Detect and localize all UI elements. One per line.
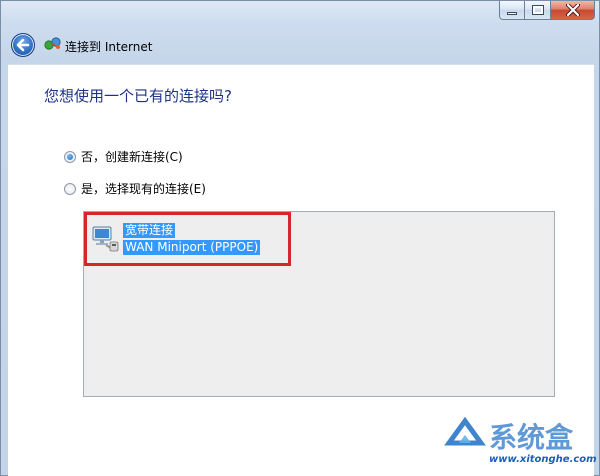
- back-arrow-icon: [16, 38, 30, 52]
- connection-name: 宽带连接: [123, 223, 176, 238]
- network-connection-icon: [44, 37, 61, 50]
- maximize-icon: [531, 5, 544, 15]
- title-bar[interactable]: [1, 1, 600, 27]
- minimize-button[interactable]: [499, 1, 525, 20]
- connection-device: WAN Miniport (PPPOE): [123, 240, 261, 255]
- radio-use-existing[interactable]: [64, 182, 76, 195]
- watermark-logo: 系统盒 www.xitonghe.com: [443, 413, 598, 475]
- radio-create-new[interactable]: [64, 150, 76, 163]
- caption-buttons: [499, 1, 595, 21]
- network-computer-icon: [92, 226, 119, 252]
- maximize-button[interactable]: [525, 1, 551, 20]
- window-frame: 连接到 Internet 您想使用一个已有的连接吗? 否，创建新连接(C) 是，…: [0, 0, 600, 476]
- page-heading: 您想使用一个已有的连接吗?: [44, 87, 232, 105]
- connection-list[interactable]: 宽带连接 WAN Miniport (PPPOE): [83, 211, 555, 397]
- back-button[interactable]: [11, 33, 35, 57]
- close-icon: [565, 4, 580, 16]
- list-item[interactable]: 宽带连接 WAN Miniport (PPPOE): [90, 220, 282, 260]
- close-button[interactable]: [551, 1, 595, 20]
- connection-text: 宽带连接 WAN Miniport (PPPOE): [123, 223, 261, 257]
- option-label-use-existing: 是，选择现有的连接(E): [81, 182, 206, 196]
- option-use-existing[interactable]: 是，选择现有的连接(E): [64, 180, 206, 197]
- minimize-icon: [507, 11, 517, 15]
- option-label-create-new: 否，创建新连接(C): [81, 150, 183, 164]
- svg-text:系统盒: 系统盒: [489, 421, 574, 454]
- option-create-new[interactable]: 否，创建新连接(C): [64, 148, 183, 165]
- navigation-bar: 连接到 Internet: [2, 27, 598, 63]
- watermark-site: www.xitonghe.com: [489, 454, 597, 465]
- window-title: 连接到 Internet: [65, 40, 153, 54]
- watermark-emblem: 系统盒: [444, 416, 574, 454]
